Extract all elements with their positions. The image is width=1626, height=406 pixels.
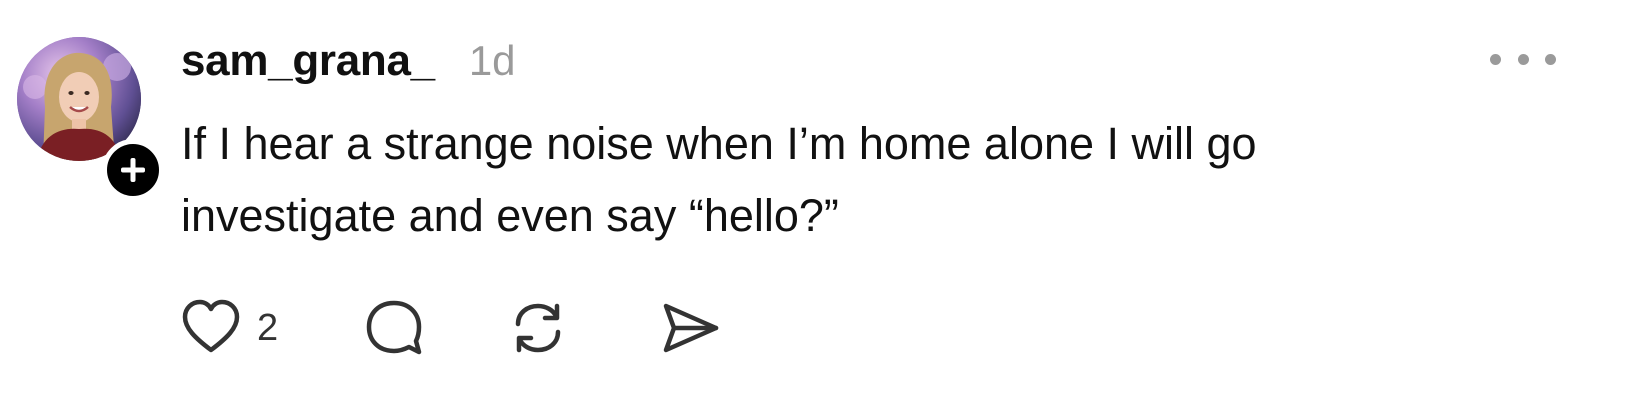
share-button[interactable] (660, 298, 720, 358)
avatar-container (17, 37, 164, 201)
more-options-button[interactable] (1490, 44, 1556, 74)
post: sam_grana_ 1d If I hear a strange noise … (0, 0, 1626, 406)
post-actions: 2 (181, 296, 720, 360)
comment-bubble-icon (366, 300, 422, 355)
repost-icon (515, 303, 561, 353)
ellipsis-icon (1545, 53, 1556, 65)
repost-button[interactable] (508, 298, 568, 358)
like-count: 2 (257, 306, 279, 349)
send-icon (663, 303, 719, 353)
heart-icon (182, 299, 240, 353)
post-header: sam_grana_ 1d (181, 36, 516, 92)
username-link[interactable]: sam_grana_ (181, 36, 435, 86)
like-button[interactable]: 2 (181, 298, 278, 358)
follow-button[interactable] (102, 139, 164, 201)
plus-icon (121, 158, 145, 182)
post-text: If I hear a strange noise when I’m home … (181, 118, 1257, 241)
reply-button[interactable] (364, 298, 424, 358)
ellipsis-icon (1517, 53, 1529, 65)
timestamp[interactable]: 1d (469, 37, 516, 85)
ellipsis-icon (1490, 53, 1501, 65)
